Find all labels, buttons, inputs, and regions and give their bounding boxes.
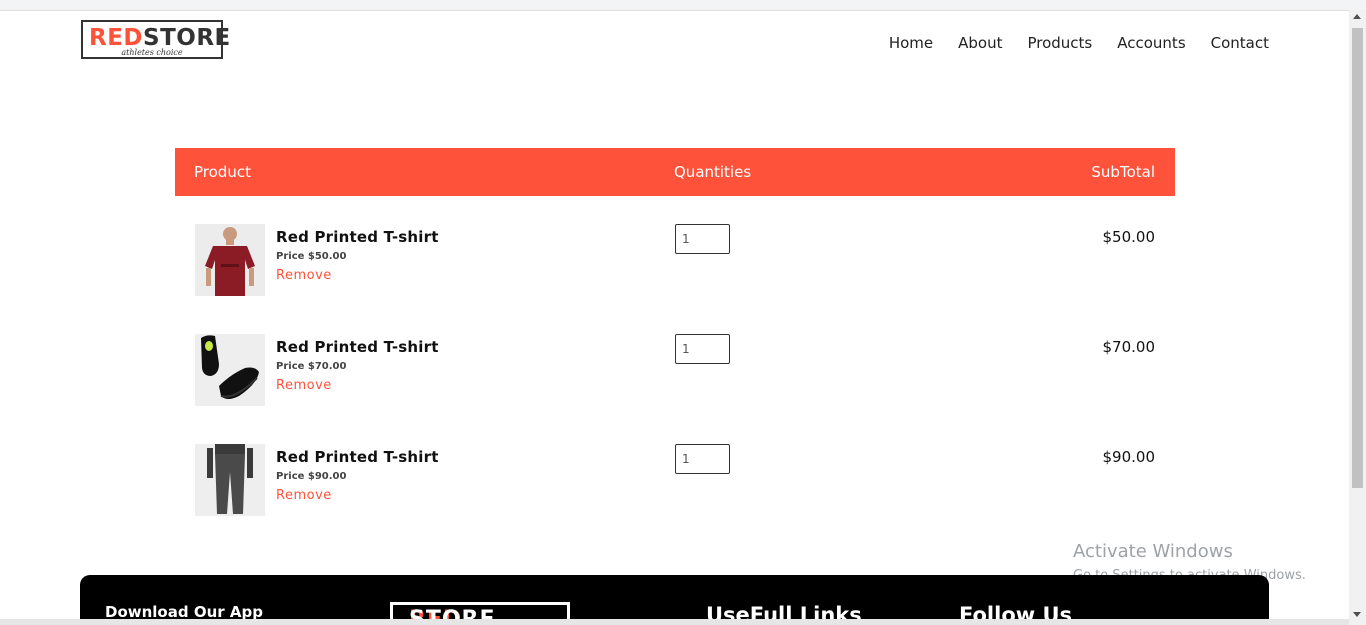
row-subtotal: $90.00 xyxy=(1102,448,1156,466)
quantity-input[interactable] xyxy=(675,334,730,364)
nav-accounts[interactable]: Accounts xyxy=(1117,33,1185,53)
header-subtotal: SubTotal xyxy=(1091,163,1155,181)
taskbar-strip xyxy=(0,619,1349,625)
scroll-thumb[interactable] xyxy=(1352,28,1363,488)
product-image-red-tshirt xyxy=(195,224,265,296)
redstore-logo[interactable]: REDSTORE athletes choice xyxy=(81,20,230,59)
product-image-black-shoes xyxy=(195,334,265,406)
remove-link[interactable]: Remove xyxy=(276,488,439,504)
cart-row: Red Printed T-shirt Price $50.00 Remove … xyxy=(175,224,1175,314)
product-name: Red Printed T-shirt xyxy=(276,228,439,246)
quantity-input[interactable] xyxy=(675,444,730,474)
nav-contact[interactable]: Contact xyxy=(1211,33,1269,53)
scroll-down-arrow-icon[interactable] xyxy=(1353,612,1361,617)
product-price: Price $90.00 xyxy=(276,471,347,482)
watermark-title: Activate Windows xyxy=(1073,541,1233,562)
row-subtotal: $70.00 xyxy=(1102,338,1156,356)
product-info: Red Printed T-shirt Price $50.00 Remove xyxy=(276,227,439,284)
remove-link[interactable]: Remove xyxy=(276,378,439,394)
product-image-grey-trackpants xyxy=(195,444,265,516)
main-nav: Home About Products Accounts Contact xyxy=(889,33,1269,53)
product-info: Red Printed T-shirt Price $70.00 Remove xyxy=(276,337,439,394)
quantity-input[interactable] xyxy=(675,224,730,254)
cart-row: Red Printed T-shirt Price $90.00 Remove … xyxy=(175,444,1175,534)
header-quantities: Quantities xyxy=(674,163,752,181)
product-price: Price $50.00 xyxy=(276,251,347,262)
cart-row: Red Printed T-shirt Price $70.00 Remove … xyxy=(175,334,1175,424)
cart-table-header: Product Quantities SubTotal xyxy=(175,148,1175,196)
header-product: Product xyxy=(194,163,251,181)
nav-products[interactable]: Products xyxy=(1027,33,1092,53)
nav-home[interactable]: Home xyxy=(889,33,933,53)
remove-link[interactable]: Remove xyxy=(276,268,439,284)
logo-tagline: athletes choice xyxy=(121,48,183,57)
page-scrollbar[interactable] xyxy=(1349,10,1366,625)
product-info: Red Printed T-shirt Price $90.00 Remove xyxy=(276,447,439,504)
product-name: Red Printed T-shirt xyxy=(276,448,439,466)
scroll-up-arrow-icon[interactable] xyxy=(1353,14,1361,19)
site-footer: Download Our App RED STORE UseFull Links … xyxy=(80,575,1269,625)
row-subtotal: $50.00 xyxy=(1102,228,1156,246)
nav-about[interactable]: About xyxy=(958,33,1002,53)
browser-top-edge xyxy=(0,0,1366,11)
product-price: Price $70.00 xyxy=(276,361,347,372)
product-name: Red Printed T-shirt xyxy=(276,338,439,356)
